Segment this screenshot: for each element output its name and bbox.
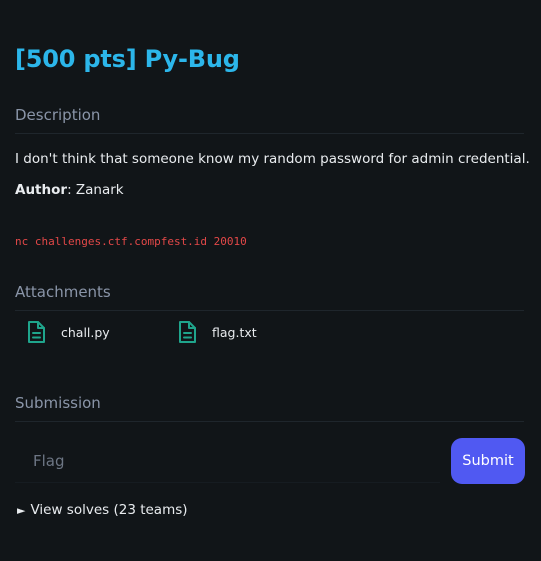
attachment-flag-txt[interactable]: flag.txt xyxy=(176,320,257,344)
view-solves-toggle[interactable]: ► View solves (23 teams) xyxy=(17,502,188,518)
author-line: Author: Zanark xyxy=(15,182,124,198)
view-solves-label: View solves (23 teams) xyxy=(30,502,188,518)
attachment-chall-py[interactable]: chall.py xyxy=(25,320,110,344)
attachment-name: flag.txt xyxy=(212,324,257,340)
description-heading: Description xyxy=(15,106,524,134)
attachment-name: chall.py xyxy=(61,324,110,340)
triangle-right-icon: ► xyxy=(17,503,26,517)
submit-button[interactable]: Submit xyxy=(451,438,525,484)
author-name: : Zanark xyxy=(67,182,124,198)
file-document-icon xyxy=(25,320,47,344)
attachments-heading: Attachments xyxy=(15,283,524,311)
connection-command: nc challenges.ctf.compfest.id 20010 xyxy=(15,235,247,248)
flag-input[interactable] xyxy=(15,439,440,483)
challenge-title: [500 pts] Py-Bug xyxy=(15,45,240,73)
author-label: Author xyxy=(15,182,68,198)
submission-heading: Submission xyxy=(15,394,524,422)
description-text: I don't think that someone know my rando… xyxy=(15,151,530,167)
file-document-icon xyxy=(176,320,198,344)
